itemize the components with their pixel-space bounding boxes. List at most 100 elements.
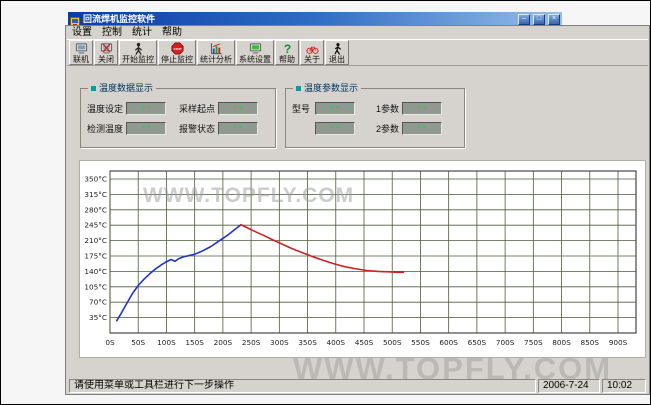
toolbar-button-label: 统计分析	[200, 55, 232, 64]
toolbar-button-exit[interactable]: 退出	[325, 40, 349, 65]
menu-item-help[interactable]: 帮助	[157, 26, 187, 39]
svg-text:150S: 150S	[185, 338, 204, 347]
temperature-chart: 0S50S100S150S200S250S300S350S400S450S500…	[79, 160, 646, 358]
menu-bar: 设置 控制 统计 帮助	[67, 26, 648, 39]
svg-text:100S: 100S	[157, 338, 176, 347]
svg-text:400S: 400S	[326, 338, 345, 347]
svg-text:350°C: 350°C	[84, 175, 107, 184]
led-display: --	[218, 102, 258, 115]
group-title-label: 温度数据显示	[99, 83, 153, 94]
led-display: --	[126, 102, 166, 115]
title-bar: 回流焊机监控软件 – □ ×	[68, 12, 562, 26]
field-measured-temp: 检测温度 --	[87, 122, 179, 135]
svg-text:500S: 500S	[383, 338, 402, 347]
svg-text:700S: 700S	[496, 338, 515, 347]
svg-text:800S: 800S	[552, 338, 571, 347]
svg-text:750S: 750S	[524, 338, 543, 347]
svg-text:900S: 900S	[609, 338, 628, 347]
led-display: --	[402, 102, 442, 115]
svg-text:315°C: 315°C	[84, 190, 107, 199]
toolbar-button-label: 开始监控	[122, 55, 154, 64]
svg-text:200S: 200S	[214, 338, 233, 347]
temperature-param-group: 温度参数显示 型号 -- 1参数 -- -- 2参数 --	[285, 88, 465, 148]
settings-monitor-icon	[249, 42, 262, 55]
group-bullet-icon	[296, 86, 301, 91]
field-sample-start: 采样起点 --	[179, 102, 271, 115]
start-person-icon	[132, 42, 145, 55]
group-title-label: 温度参数显示	[304, 83, 358, 94]
toolbar-button-help[interactable]: ? 帮助	[275, 40, 299, 65]
svg-text:105°C: 105°C	[84, 282, 107, 291]
window-title: 回流焊机监控软件	[83, 12, 515, 26]
screenshot-root: 回流焊机监控软件 – □ × 设置 控制 统计 帮助 联机	[0, 0, 651, 405]
field-model: 型号 --	[292, 102, 376, 115]
led-display: --	[315, 102, 355, 115]
bar-chart-icon	[210, 42, 223, 55]
svg-text:280°C: 280°C	[84, 205, 107, 214]
svg-text:140°C: 140°C	[84, 267, 107, 276]
computer-icon	[75, 42, 88, 55]
toolbar-button-system-settings[interactable]: 系统设置	[236, 40, 274, 65]
field-param2: 2参数 --	[376, 122, 460, 135]
menu-item-settings[interactable]: 设置	[67, 26, 97, 39]
toolbar-button-statistics[interactable]: 统计分析	[197, 40, 235, 65]
exit-person-icon	[331, 42, 344, 55]
status-message: 请使用菜单或工具栏进行下一步操作	[69, 379, 536, 393]
svg-text:250S: 250S	[242, 338, 261, 347]
toolbar-button-close[interactable]: 关闭	[94, 40, 118, 65]
toolbar-button-stop-monitor[interactable]: STOP 停止监控	[158, 40, 196, 65]
maximize-button[interactable]: □	[533, 14, 545, 25]
close-button[interactable]: ×	[548, 14, 560, 25]
svg-text:850S: 850S	[580, 338, 599, 347]
status-time: 10:02	[602, 379, 646, 393]
svg-text:450S: 450S	[355, 338, 374, 347]
svg-text:550S: 550S	[411, 338, 430, 347]
disconnect-monitor-icon	[100, 42, 113, 55]
svg-text:70°C: 70°C	[89, 298, 107, 307]
toolbar-button-label: 关于	[304, 55, 320, 64]
toolbar-button-label: 退出	[329, 55, 345, 64]
toolbar-button-label: 停止监控	[161, 55, 193, 64]
question-mark-icon: ?	[281, 42, 294, 55]
group-title: 温度参数显示	[293, 83, 361, 94]
menu-item-statistics[interactable]: 统计	[127, 26, 157, 39]
svg-text:650S: 650S	[468, 338, 487, 347]
app-window: 设置 控制 统计 帮助 联机 关闭	[65, 25, 650, 395]
led-display: --	[402, 122, 442, 135]
app-icon	[70, 14, 80, 24]
toolbar-button-about[interactable]: 关于	[300, 40, 324, 65]
svg-text:210°C: 210°C	[84, 236, 107, 245]
stop-sign-icon: STOP	[171, 42, 184, 55]
field-param1: 1参数 --	[376, 102, 460, 115]
group-bullet-icon	[91, 86, 96, 91]
minimize-button[interactable]: –	[518, 14, 530, 25]
menu-item-control[interactable]: 控制	[97, 26, 127, 39]
svg-text:245°C: 245°C	[84, 221, 107, 230]
group-title: 温度数据显示	[88, 83, 156, 94]
toolbar-button-label: 帮助	[279, 55, 295, 64]
svg-text:175°C: 175°C	[84, 252, 107, 261]
temperature-chart-svg: 0S50S100S150S200S250S300S350S400S450S500…	[80, 161, 645, 357]
svg-text:600S: 600S	[439, 338, 458, 347]
svg-text:50S: 50S	[131, 338, 145, 347]
toolbar: 联机 关闭 开始监控 STOP 停止监控	[67, 39, 648, 66]
led-display: --	[218, 122, 258, 135]
toolbar-button-start-monitor[interactable]: 开始监控	[119, 40, 157, 65]
temperature-data-group: 温度数据显示 温度设定 -- 采样起点 -- 检测温度 -- 报警状态 --	[80, 88, 276, 148]
svg-text:0S: 0S	[105, 338, 115, 347]
field-alarm-status: 报警状态 --	[179, 122, 271, 135]
svg-text:300S: 300S	[270, 338, 289, 347]
bicycle-icon	[306, 42, 319, 55]
svg-text:35°C: 35°C	[89, 313, 107, 322]
toolbar-button-label: 联机	[73, 55, 89, 64]
svg-text:?: ?	[283, 42, 290, 55]
toolbar-button-label: 系统设置	[239, 55, 271, 64]
led-display: --	[126, 122, 166, 135]
toolbar-button-label: 关闭	[98, 55, 114, 64]
toolbar-button-connect[interactable]: 联机	[69, 40, 93, 65]
status-bar: 请使用菜单或工具栏进行下一步操作 2006-7-24 10:02	[67, 378, 648, 394]
led-display: --	[315, 122, 355, 135]
field-extra: --	[292, 122, 376, 135]
status-date: 2006-7-24	[538, 379, 600, 393]
field-temp-setting: 温度设定 --	[87, 102, 179, 115]
